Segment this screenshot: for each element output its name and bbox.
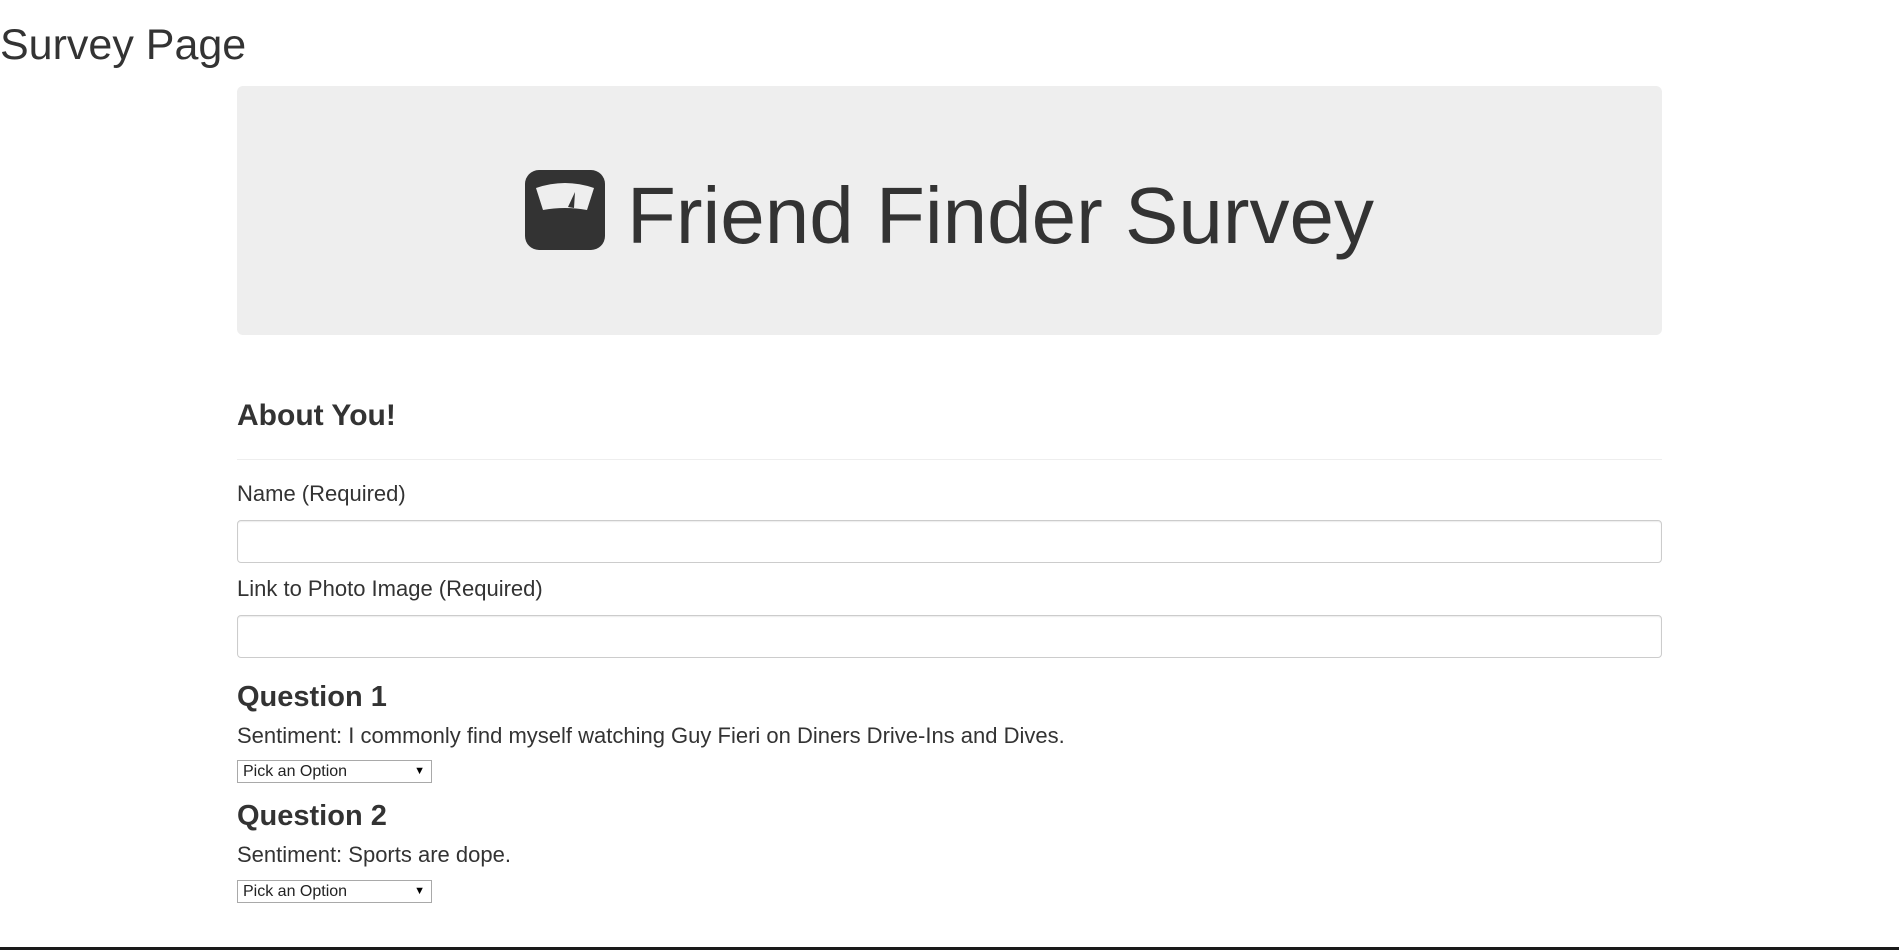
question-2-heading: Question 2 — [237, 800, 387, 833]
chevron-down-icon: ▼ — [414, 884, 425, 897]
name-input[interactable] — [237, 520, 1662, 564]
chevron-down-icon: ▼ — [414, 765, 425, 778]
name-label: Name (Required) — [237, 481, 406, 506]
question-1-sentiment: Sentiment: I commonly find myself watchi… — [237, 723, 1065, 749]
divider — [237, 459, 1662, 460]
question-1-heading: Question 1 — [237, 681, 387, 714]
photo-link-input[interactable] — [237, 615, 1662, 659]
question-2-select[interactable]: Pick an Option ▼ — [237, 879, 432, 903]
question-1-select[interactable]: Pick an Option ▼ — [237, 760, 432, 784]
photo-link-label: Link to Photo Image (Required) — [237, 576, 543, 602]
jumbotron: Friend Finder Survey — [237, 86, 1662, 335]
jumbotron-header: Friend Finder Survey — [525, 169, 1374, 260]
jumbotron-title: Friend Finder Survey — [627, 170, 1374, 260]
scale-icon — [525, 169, 606, 250]
main-container: Friend Finder Survey About You! Name (Re… — [237, 86, 1662, 903]
question-2-sentiment: Sentiment: Sports are dope. — [237, 842, 511, 868]
question-1-selected-value: Pick an Option — [243, 763, 348, 781]
question-2-selected-value: Pick an Option — [243, 882, 348, 900]
page-title: Survey Page — [0, 21, 247, 69]
about-heading: About You! — [237, 399, 396, 432]
